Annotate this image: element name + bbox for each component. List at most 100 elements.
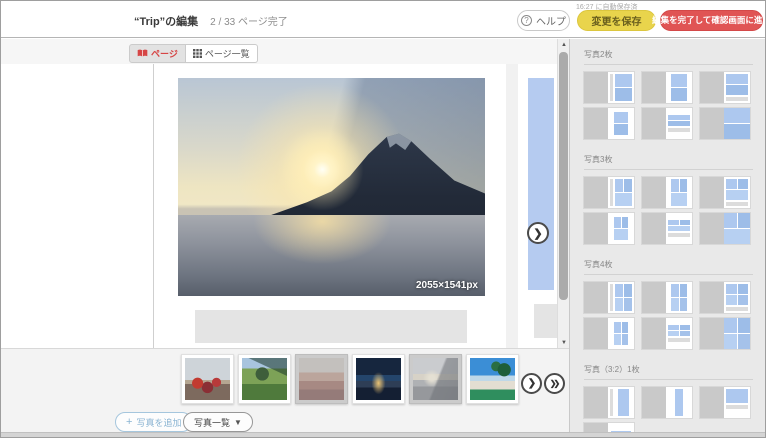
template-photo-cell (618, 389, 629, 416)
template-photo-cell (615, 179, 623, 192)
layout-section-title: 写真（3:2）1枚 (584, 364, 753, 375)
layout-template-l1[interactable] (700, 387, 750, 418)
template-photo-cell (622, 334, 629, 345)
photo-thumbnail-palm-resort[interactable] (466, 354, 519, 404)
template-photo-cell (668, 325, 679, 330)
canvas-scrollbar[interactable]: ▲ ▼ (557, 39, 569, 348)
layout-template-v6[interactable] (700, 213, 750, 244)
machu-picchu-image (242, 358, 287, 400)
layout-template-v1[interactable] (584, 282, 634, 313)
layout-template-p2[interactable] (642, 387, 692, 418)
template-photo-area (726, 179, 748, 200)
layout-template-v5[interactable] (642, 213, 692, 244)
template-right-page (608, 213, 634, 244)
layout-template-v4[interactable] (584, 213, 634, 244)
next-spread-preview[interactable] (518, 64, 557, 348)
layout-section: 写真3枚 (584, 154, 753, 244)
layout-template-v4[interactable] (584, 108, 634, 139)
layout-template-v4[interactable] (584, 318, 634, 349)
template-left-page (700, 72, 724, 103)
template-photo-cell (680, 284, 688, 297)
caption-placeholder[interactable] (195, 310, 467, 343)
template-photo-area (675, 389, 683, 416)
layout-section-title: 写真4枚 (584, 259, 753, 270)
layout-template-v3[interactable] (700, 282, 750, 313)
template-right-page (666, 282, 692, 313)
photo-thumbnail-plaza-umbrellas[interactable] (181, 354, 234, 404)
layout-template-v1[interactable] (584, 177, 634, 208)
layout-sections: 写真2枚写真3枚写真4枚写真（3:2）1枚 (584, 49, 753, 433)
template-photo-cell (671, 88, 687, 101)
layout-template-p1[interactable] (584, 387, 634, 418)
add-photo-button[interactable]: + 写真を追加 (115, 412, 192, 432)
template-photo-cell (671, 284, 679, 297)
template-photo-area (726, 284, 748, 305)
template-left-page (584, 387, 608, 418)
photo-thumbnail-night-road[interactable] (352, 354, 405, 404)
template-caption-horizontal (726, 405, 748, 409)
template-right-page (666, 387, 692, 418)
layout-template-v3[interactable] (700, 177, 750, 208)
layout-template-v5[interactable] (642, 318, 692, 349)
filmstrip-fast-forward-button[interactable]: ❯❯ (544, 373, 565, 394)
template-photo-cell (615, 88, 632, 101)
template-left-page (700, 177, 724, 208)
next-caption-placeholder (534, 304, 557, 338)
layout-template-v2[interactable] (642, 177, 692, 208)
template-right-page (608, 282, 634, 313)
window-bottom-edge (1, 432, 766, 437)
fuji-lake-image (413, 358, 458, 400)
photo-thumbnail-fuji-lake[interactable] (409, 354, 462, 404)
layout-template-v6[interactable] (700, 108, 750, 139)
template-left-page (642, 282, 666, 313)
template-photo-area (726, 74, 748, 95)
section-divider (584, 64, 753, 65)
layout-template-v2[interactable] (642, 282, 692, 313)
layout-template-v2[interactable] (642, 72, 692, 103)
complete-editing-button[interactable]: 編集を完了して確認画面に進む (660, 10, 763, 31)
template-right-page (608, 318, 634, 349)
template-photo-area (668, 220, 690, 231)
template-photo-cell (680, 220, 691, 225)
template-photo-area (615, 179, 632, 206)
question-icon: ? (521, 15, 532, 26)
filmstrip-next-button[interactable]: ❯ (521, 373, 542, 394)
tab-page[interactable]: ページ (129, 44, 186, 63)
template-photo-cell (624, 284, 632, 297)
layout-template-v3[interactable] (700, 72, 750, 103)
template-photo-cell (738, 179, 749, 189)
help-button[interactable]: ? ヘルプ (517, 10, 570, 31)
layout-template-v6[interactable] (700, 318, 750, 349)
tab-page-list[interactable]: ページ一覧 (186, 44, 258, 63)
template-photo-cell (668, 220, 679, 225)
template-left-page (584, 177, 608, 208)
template-photo-cell (671, 74, 687, 87)
photo-list-dropdown[interactable]: 写真一覧 ▼ (183, 412, 253, 432)
next-spread-button[interactable]: ❯ (527, 222, 549, 244)
template-photo-cell (724, 318, 737, 333)
layout-template-v5[interactable] (642, 108, 692, 139)
photo-thumbnail-city-street[interactable] (295, 354, 348, 404)
layout-template-v1[interactable] (584, 72, 634, 103)
save-changes-button[interactable]: 変更を保存 (577, 10, 656, 31)
layout-section-title: 写真3枚 (584, 154, 753, 165)
template-photo-cell (738, 334, 751, 349)
template-photo-cell (671, 298, 679, 311)
template-photo-cell (738, 295, 749, 305)
template-photo-area (671, 179, 687, 206)
template-photo-area (671, 74, 687, 101)
template-photo-cell (724, 213, 737, 228)
page-title: “Trip”の編集 (134, 13, 198, 29)
template-photo-area (614, 112, 628, 135)
template-left-page (642, 387, 666, 418)
template-photo-area (724, 318, 750, 349)
placed-photo[interactable]: 2055×1541px (178, 78, 485, 296)
next-photo-placeholder (528, 78, 554, 290)
template-photo-cell (668, 121, 690, 126)
plaza-umbrellas-image (185, 358, 230, 400)
template-left-page (642, 213, 666, 244)
layout-section: 写真（3:2）1枚 (584, 364, 753, 433)
template-left-page (642, 72, 666, 103)
scrollbar-thumb[interactable] (559, 52, 568, 300)
photo-thumbnail-machu-picchu[interactable] (238, 354, 291, 404)
